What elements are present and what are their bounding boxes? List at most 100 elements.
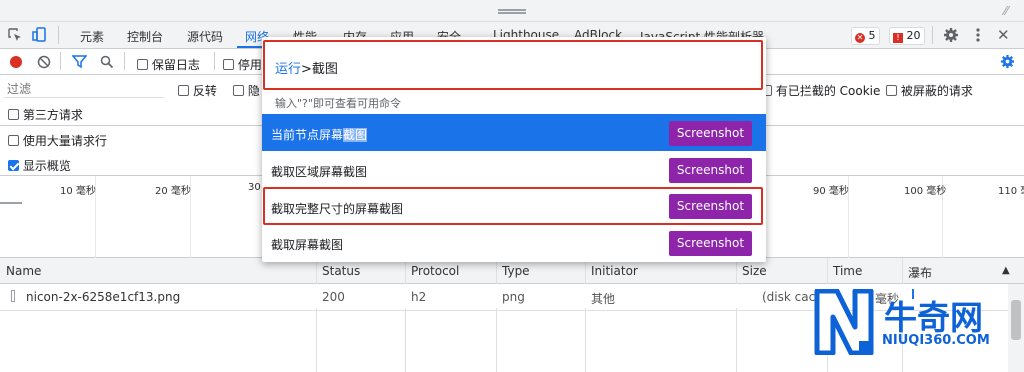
clear-icon[interactable] (37, 55, 51, 69)
big-request-rows-checkbox[interactable]: 使用大量请求行 (8, 132, 107, 149)
record-icon[interactable] (10, 56, 22, 68)
command-item-label: 当前节点屏幕截图 (271, 126, 368, 143)
preserve-log-label: 保留日志 (151, 58, 200, 72)
column-separator[interactable] (316, 258, 317, 372)
tab-console[interactable]: 控制台 (127, 28, 163, 45)
error-count-badge[interactable]: ✕ 5 (851, 27, 880, 45)
checkbox-box[interactable] (8, 109, 19, 120)
column-header-size[interactable]: Size (742, 264, 767, 278)
hide-label: 隐 (247, 84, 260, 98)
warning-flag-icon: ! (893, 33, 903, 43)
network-settings-gear-icon[interactable] (1000, 54, 1015, 69)
blocked-requests-label: 被屏蔽的请求 (900, 84, 973, 98)
column-header-time[interactable]: Time (833, 264, 862, 278)
column-header-status[interactable]: Status (322, 264, 360, 278)
row-status: 200 (322, 290, 345, 304)
disable-cache-label: 停用 (237, 58, 262, 72)
column-separator[interactable] (736, 258, 737, 372)
timeline-tick-label: 110 毫 (998, 186, 1024, 197)
column-header-initiator[interactable]: Initiator (591, 264, 638, 278)
row-name: nicon-2x-6258e1cf13.png (26, 290, 181, 304)
filter-input[interactable] (4, 80, 164, 98)
niuqi-logo-icon (813, 288, 875, 356)
inspect-element-icon[interactable] (8, 28, 22, 42)
warning-count-badge[interactable]: ! 20 (889, 27, 925, 45)
column-separator[interactable] (585, 258, 586, 372)
device-toolbar-icon[interactable] (32, 27, 48, 43)
preserve-log-checkbox[interactable]: 保留日志 (137, 56, 200, 73)
search-icon[interactable] (100, 55, 114, 69)
checkbox-box[interactable] (178, 85, 189, 96)
tab-elements[interactable]: 元素 (80, 28, 104, 45)
timeline-request-bar (0, 202, 22, 204)
timeline-tick-label: 90 毫秒 (813, 186, 849, 197)
row-type: png (502, 290, 525, 304)
row-initiator: 其他 (591, 292, 616, 306)
screenshot-button[interactable]: Screenshot (669, 158, 752, 183)
screenshot-button[interactable]: Screenshot (669, 121, 752, 146)
divider (932, 26, 933, 44)
checkbox-box[interactable] (8, 135, 19, 146)
command-query: >截图 (301, 62, 338, 77)
invert-checkbox[interactable]: 反转 (178, 82, 217, 99)
command-hint: 输入"?"即可查看可用命令 (275, 97, 401, 110)
command-input-highlight (263, 40, 763, 90)
sort-ascending-icon[interactable]: ▲ (1002, 265, 1010, 276)
third-party-checkbox[interactable]: 第三方请求 (8, 106, 83, 123)
label-text: 当前节点屏幕 (271, 128, 344, 142)
checkbox-box[interactable] (137, 59, 148, 70)
command-item-full-size-screenshot[interactable]: 截取完整尺寸的屏幕截图 (271, 200, 403, 217)
blocked-requests-checkbox[interactable]: 被屏蔽的请求 (886, 82, 973, 99)
scrollbar-thumb[interactable] (1011, 300, 1021, 340)
command-input[interactable]: 运行>截图 (275, 58, 338, 77)
checkbox-box[interactable] (886, 85, 897, 96)
brand-name: 牛奇网 (884, 298, 983, 337)
column-separator[interactable] (405, 258, 406, 372)
drag-grip-icon[interactable] (498, 9, 526, 14)
timeline-tick-label: 30 (248, 182, 261, 193)
filter-icon[interactable] (71, 55, 88, 69)
screenshot-button[interactable]: Screenshot (669, 194, 752, 219)
column-separator[interactable] (496, 258, 497, 372)
overview-label: 显示概览 (22, 159, 71, 173)
error-icon: ✕ (855, 33, 865, 43)
command-item-area-screenshot[interactable]: 截取区域屏幕截图 (271, 163, 367, 180)
timeline-tick-label: 10 毫秒 (60, 186, 96, 197)
hide-data-urls-checkbox[interactable]: 隐 (233, 82, 260, 99)
divider (124, 52, 125, 70)
error-count: 5 (868, 29, 876, 42)
blocked-cookies-checkbox[interactable]: 有已拦截的 Cookie (761, 82, 880, 99)
checkbox-box[interactable] (223, 59, 234, 70)
checkbox-box-checked[interactable] (8, 160, 19, 171)
timeline-tick-label: 20 毫秒 (155, 186, 191, 197)
devtools-window: ⁄⁄ 元素 控制台 源代码 网络 性能 内存 应用 安全 Lighthouse … (0, 0, 1024, 372)
row-protocol: h2 (411, 290, 427, 304)
show-overview-checkbox[interactable]: 显示概览 (8, 157, 71, 174)
resize-corner-icon[interactable]: ⁄⁄ (1004, 4, 1018, 18)
timeline-tick-label: 100 毫秒 (904, 186, 947, 197)
column-header-type[interactable]: Type (502, 264, 530, 278)
command-prefix: 运行 (275, 62, 302, 77)
divider (58, 26, 59, 44)
disable-cache-checkbox[interactable]: 停用 (223, 56, 262, 73)
brand-url: NIUQI360.COM (882, 333, 990, 348)
label-match-highlight: 截图 (343, 128, 368, 142)
checkbox-box[interactable] (233, 85, 244, 96)
big-rows-label: 使用大量请求行 (22, 134, 107, 148)
divider (60, 52, 61, 70)
settings-gear-icon[interactable] (943, 27, 959, 43)
blocked-cookies-label: 有已拦截的 Cookie (775, 84, 881, 98)
close-icon[interactable]: ✕ (997, 26, 1011, 44)
file-icon (11, 290, 15, 302)
column-header-protocol[interactable]: Protocol (411, 264, 459, 278)
invert-label: 反转 (192, 84, 217, 98)
third-party-label: 第三方请求 (22, 108, 83, 122)
command-item-screenshot[interactable]: 截取屏幕截图 (271, 236, 343, 253)
column-header-name[interactable]: Name (6, 264, 41, 278)
tab-sources[interactable]: 源代码 (187, 28, 223, 45)
warning-count: 20 (906, 29, 921, 42)
divider (214, 52, 215, 70)
screenshot-button[interactable]: Screenshot (669, 231, 752, 256)
column-header-waterfall[interactable]: 瀑布 (908, 264, 932, 281)
more-options-icon[interactable] (975, 27, 981, 43)
